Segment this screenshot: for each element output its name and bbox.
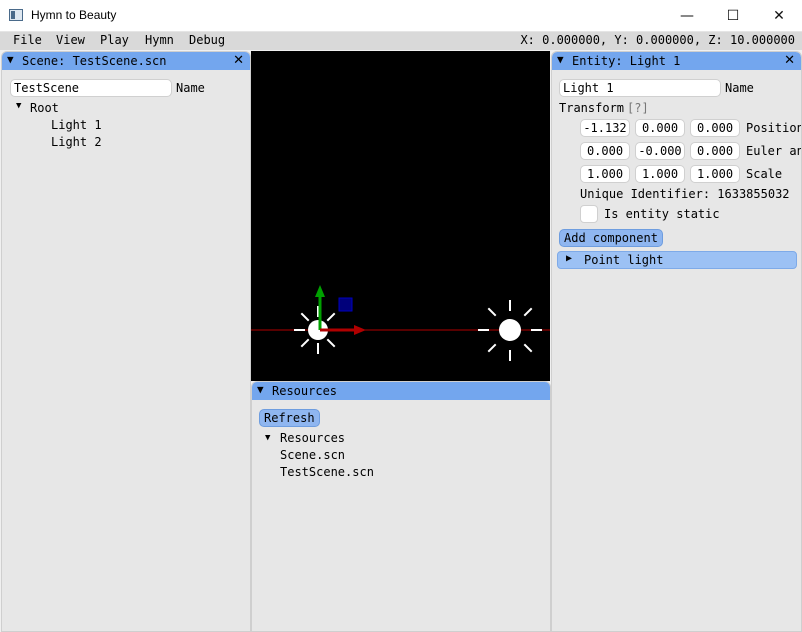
menu-debug[interactable]: Debug: [189, 33, 225, 47]
entity-panel-titlebar[interactable]: ▼ Entity: Light 1 ✕: [552, 52, 801, 70]
entity-name-label: Name: [725, 81, 754, 95]
close-icon[interactable]: ✕: [233, 53, 244, 68]
camera-coordinates: X: 0.000000, Y: 0.000000, Z: 10.000000: [520, 33, 795, 47]
minimize-button[interactable]: —: [664, 0, 710, 31]
scene-name-label: Name: [176, 81, 205, 95]
resources-panel: ▼ Resources Refresh ▼ Resources Scene.sc…: [251, 381, 551, 632]
menu-bar: File View Play Hymn Debug X: 0.000000, Y…: [0, 32, 802, 50]
resources-panel-title: Resources: [272, 384, 338, 398]
expand-arrow-icon[interactable]: ▶: [566, 253, 572, 264]
collapse-arrow-icon[interactable]: ▼: [557, 53, 564, 66]
scale-y-field[interactable]: 1.000: [635, 165, 685, 183]
scene-panel-titlebar[interactable]: ▼ Scene: TestScene.scn ✕: [2, 52, 250, 70]
euler-angles-label: Euler angles: [746, 144, 801, 158]
scene-panel-title: Scene: TestScene.scn: [22, 54, 167, 68]
resource-file-scene[interactable]: Scene.scn: [280, 448, 345, 462]
position-x-field[interactable]: -1.132: [580, 119, 630, 137]
euler-y-field[interactable]: -0.000: [635, 142, 685, 160]
point-light-label: Point light: [584, 253, 664, 267]
position-label: Position: [746, 121, 802, 135]
tree-node-resources[interactable]: Resources: [280, 431, 345, 445]
window-title: Hymn to Beauty: [31, 8, 117, 22]
euler-z-field[interactable]: 0.000: [690, 142, 740, 160]
transform-header: Transform: [559, 101, 625, 115]
viewport-canvas: [251, 285, 550, 361]
app-icon: [9, 9, 23, 21]
gizmo-z-handle[interactable]: [338, 297, 353, 312]
tree-node-light-1[interactable]: Light 1: [51, 118, 102, 132]
entity-static-label: Is entity static: [604, 207, 720, 221]
tree-node-root[interactable]: Root: [30, 101, 59, 115]
refresh-button[interactable]: Refresh: [259, 409, 320, 427]
scene-name-input[interactable]: TestScene: [10, 79, 172, 97]
tree-expand-arrow-icon[interactable]: ▼: [265, 433, 270, 443]
scale-x-field[interactable]: 1.000: [580, 165, 630, 183]
scale-z-field[interactable]: 1.000: [690, 165, 740, 183]
entity-panel: ▼ Entity: Light 1 ✕ Light 1 Name Transfo…: [551, 51, 802, 632]
maximize-button[interactable]: ☐: [710, 0, 756, 31]
resources-panel-titlebar[interactable]: ▼ Resources: [252, 382, 550, 400]
collapse-arrow-icon[interactable]: ▼: [7, 53, 14, 66]
menu-hymn[interactable]: Hymn: [145, 33, 174, 47]
window-close-button[interactable]: ✕: [756, 0, 802, 31]
tree-node-light-2[interactable]: Light 2: [51, 135, 102, 149]
position-z-field[interactable]: 0.000: [690, 119, 740, 137]
menu-file[interactable]: File: [13, 33, 42, 47]
menu-play[interactable]: Play: [100, 33, 129, 47]
entity-name-input[interactable]: Light 1: [559, 79, 721, 97]
euler-x-field[interactable]: 0.000: [580, 142, 630, 160]
resource-file-testscene[interactable]: TestScene.scn: [280, 465, 374, 479]
entity-panel-title: Entity: Light 1: [572, 54, 681, 68]
collapse-arrow-icon[interactable]: ▼: [257, 383, 264, 396]
unique-identifier-text: Unique Identifier: 1633855032: [580, 187, 790, 201]
scene-panel: ▼ Scene: TestScene.scn ✕ TestScene Name …: [1, 51, 251, 632]
scene-viewport[interactable]: [251, 51, 550, 381]
position-y-field[interactable]: 0.000: [635, 119, 685, 137]
window-titlebar: Hymn to Beauty — ☐ ✕: [0, 0, 802, 32]
scale-label: Scale: [746, 167, 783, 181]
point-light-component-header[interactable]: ▶ Point light: [557, 251, 797, 269]
close-icon[interactable]: ✕: [784, 53, 795, 68]
tree-expand-arrow-icon[interactable]: ▼: [16, 101, 21, 111]
light-2-icon[interactable]: [478, 300, 542, 361]
add-component-button[interactable]: Add component: [559, 229, 663, 247]
menu-view[interactable]: View: [56, 33, 85, 47]
transform-help-marker[interactable]: [?]: [627, 101, 649, 115]
entity-static-checkbox[interactable]: [580, 205, 598, 223]
